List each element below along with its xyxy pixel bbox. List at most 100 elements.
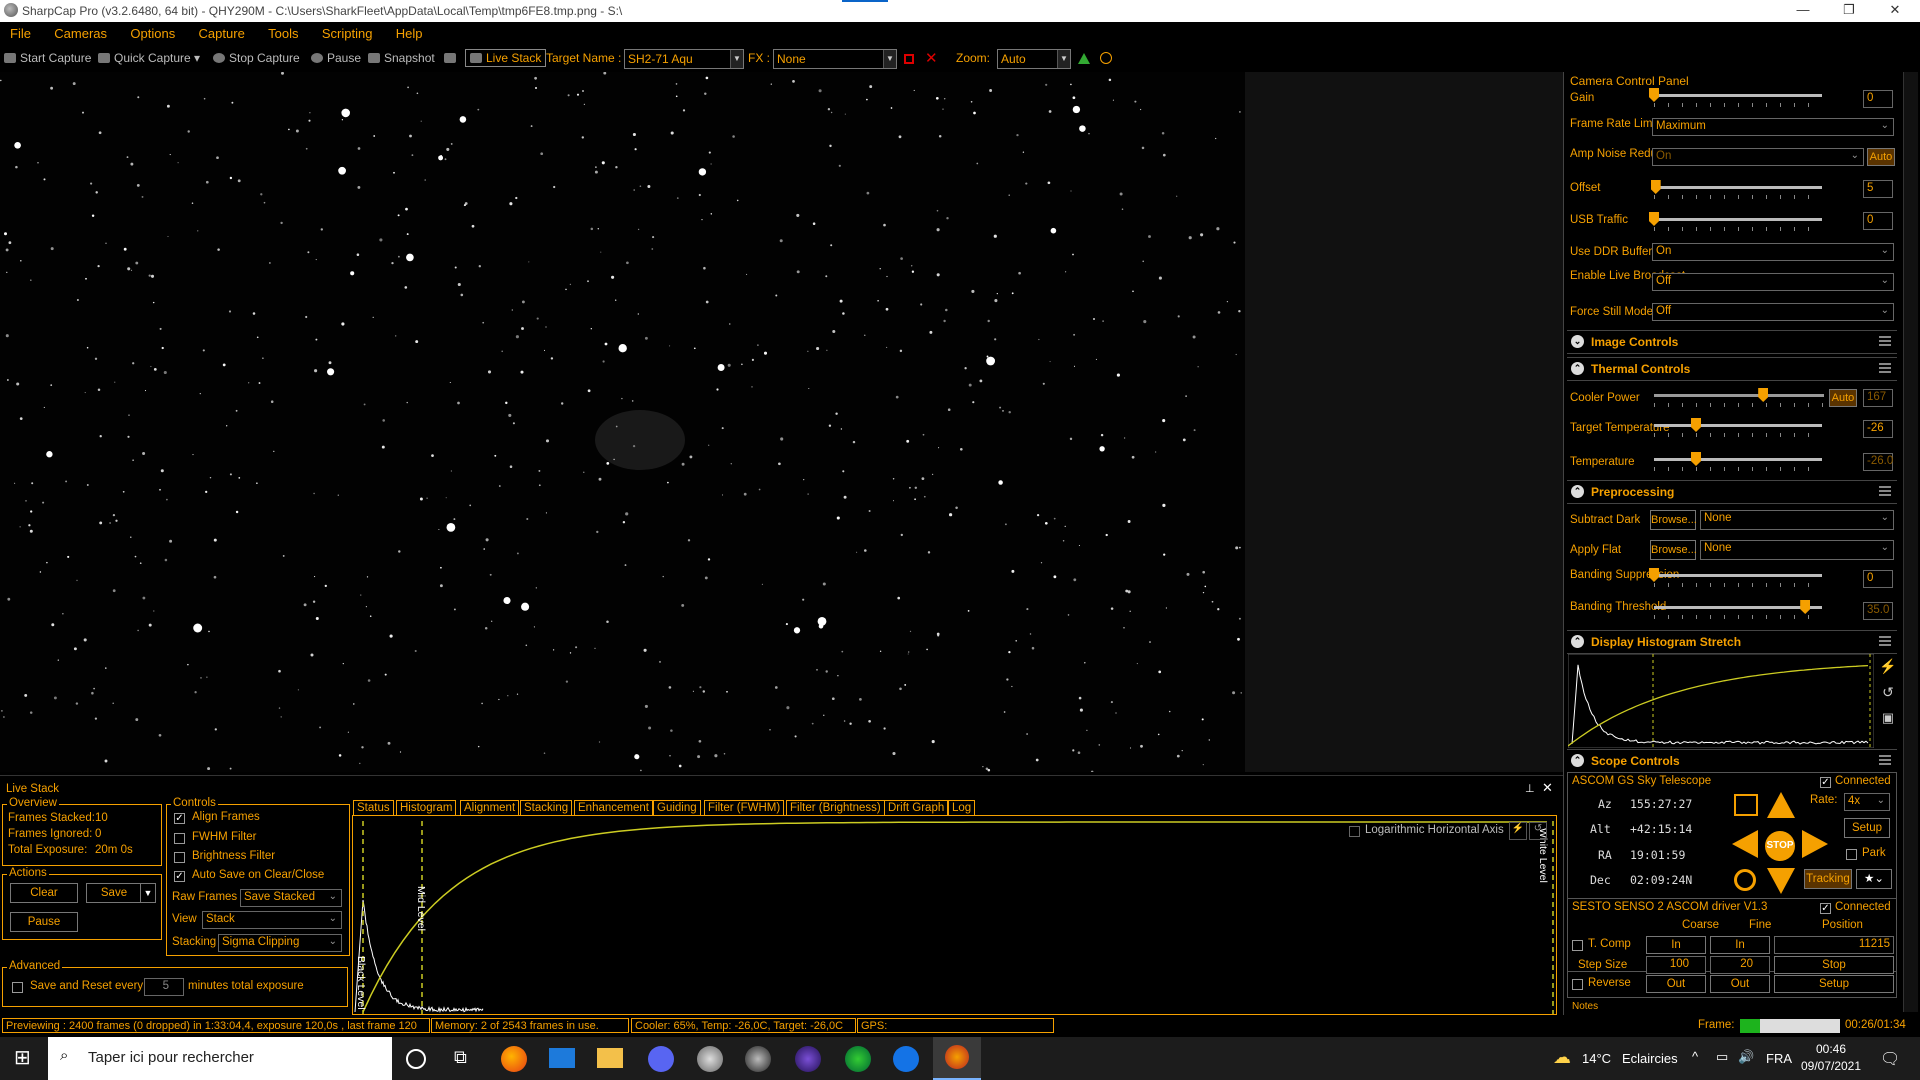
- chevron-down-icon[interactable]: ▼: [730, 50, 743, 68]
- lightning-icon[interactable]: ⚡: [1509, 822, 1527, 840]
- offset-slider-thumb[interactable]: [1651, 180, 1661, 194]
- fine-out-button[interactable]: Out: [1710, 975, 1770, 993]
- usb-traffic-slider-thumb[interactable]: [1649, 212, 1659, 226]
- target-temperature-value[interactable]: -26: [1863, 420, 1893, 438]
- minimize-button[interactable]: —: [1780, 0, 1826, 22]
- chevron-down-icon[interactable]: ▼: [883, 50, 896, 68]
- sharpcap-taskbar-button[interactable]: [933, 1037, 981, 1080]
- menu-tools[interactable]: Tools: [258, 22, 308, 41]
- save-reset-minutes-input[interactable]: 5: [144, 978, 184, 996]
- banding-suppression-slider[interactable]: [1654, 574, 1822, 577]
- menu-cameras[interactable]: Cameras: [44, 22, 117, 41]
- usb-traffic-slider[interactable]: [1654, 218, 1822, 221]
- image-controls-header[interactable]: ⌄ Image Controls: [1567, 330, 1897, 354]
- telescope-app-icon[interactable]: [697, 1046, 723, 1072]
- telescope-setup-button[interactable]: Setup: [1844, 818, 1890, 838]
- cooler-power-auto-button[interactable]: Auto: [1829, 389, 1857, 407]
- west-arrow-icon[interactable]: [1732, 830, 1758, 858]
- apply-flat-browse-button[interactable]: Browse...: [1650, 540, 1696, 560]
- fine-step-input[interactable]: 20: [1710, 956, 1770, 974]
- star-menu-icon[interactable]: ★⌄: [1856, 869, 1892, 889]
- amp-noise-select[interactable]: On ⌄: [1652, 148, 1864, 166]
- lightning-icon[interactable]: ⚡: [1878, 658, 1898, 678]
- volume-icon[interactable]: 🔊: [1738, 1049, 1754, 1065]
- use-ddr-select[interactable]: On ⌄: [1652, 243, 1894, 261]
- subtract-dark-select[interactable]: None ⌄: [1700, 510, 1894, 530]
- tab-stacking[interactable]: Stacking: [520, 800, 572, 816]
- reset-icon[interactable]: ↺: [1878, 684, 1898, 704]
- align-frames-checkbox[interactable]: ✓: [174, 813, 185, 824]
- cortana-icon[interactable]: [406, 1049, 426, 1069]
- stellarium-icon[interactable]: [795, 1046, 821, 1072]
- fx-square-icon[interactable]: [904, 54, 914, 64]
- save-icon[interactable]: ▣: [1878, 710, 1898, 730]
- clear-button[interactable]: Clear: [10, 883, 78, 903]
- coarse-out-button[interactable]: Out: [1646, 975, 1706, 993]
- banding-threshold-slider[interactable]: [1654, 606, 1822, 609]
- reverse-checkbox[interactable]: [1572, 979, 1583, 990]
- cooler-power-slider-thumb[interactable]: [1758, 388, 1768, 402]
- clock-date[interactable]: 09/07/2021: [1797, 1059, 1865, 1073]
- auto-save-checkbox[interactable]: ✓: [174, 871, 185, 882]
- amp-noise-auto-button[interactable]: Auto: [1867, 148, 1895, 166]
- start-capture-button[interactable]: Start Capture: [4, 51, 91, 65]
- brightness-filter-checkbox[interactable]: [174, 852, 185, 863]
- north-arrow-icon[interactable]: [1767, 792, 1795, 818]
- force-still-select[interactable]: Off ⌄: [1652, 303, 1894, 321]
- tab-filter-brightness[interactable]: Filter (Brightness): [786, 800, 885, 816]
- mail-icon[interactable]: [549, 1048, 575, 1068]
- south-arrow-icon[interactable]: [1767, 868, 1795, 894]
- menu-scripting[interactable]: Scripting: [312, 22, 383, 41]
- chevron-down-icon[interactable]: ▾: [194, 51, 200, 65]
- discord-icon[interactable]: [648, 1046, 674, 1072]
- thermal-controls-header[interactable]: ⌃ Thermal Controls: [1567, 357, 1897, 381]
- pause-stack-button[interactable]: Pause: [10, 912, 78, 932]
- focuser-setup-button[interactable]: Setup: [1774, 975, 1894, 993]
- live-histogram-area[interactable]: Black Level Mid Level White Level Logari…: [352, 815, 1557, 1015]
- image-viewer[interactable]: [0, 72, 1245, 772]
- stop-button[interactable]: STOP: [1765, 831, 1795, 861]
- menu-file[interactable]: File: [0, 22, 41, 41]
- maximize-button[interactable]: ❐: [1826, 0, 1872, 22]
- frame-rate-select[interactable]: Maximum ⌄: [1652, 118, 1894, 136]
- menu-capture[interactable]: Capture: [189, 22, 255, 41]
- display-histogram-chart[interactable]: [1568, 654, 1874, 748]
- zoom-target-icon[interactable]: [1100, 52, 1112, 64]
- windows-start-icon[interactable]: ⊞: [14, 1049, 34, 1069]
- close-button[interactable]: ✕: [1872, 0, 1918, 22]
- tab-enhancement[interactable]: Enhancement: [574, 800, 653, 816]
- live-stack-button[interactable]: Live Stack: [465, 49, 546, 67]
- menu-icon[interactable]: [1879, 363, 1891, 373]
- position-value[interactable]: 11215: [1774, 936, 1894, 954]
- gain-slider[interactable]: [1654, 94, 1822, 97]
- menu-icon[interactable]: [1879, 636, 1891, 646]
- save-reset-checkbox[interactable]: [12, 982, 23, 993]
- stop-capture-button[interactable]: Stop Capture: [213, 51, 300, 65]
- snapshot-button[interactable]: Snapshot: [368, 51, 435, 65]
- coarse-step-input[interactable]: 100: [1646, 956, 1706, 974]
- panel-scrollbar[interactable]: [1903, 72, 1918, 1012]
- tab-filter-fwhm[interactable]: Filter (FWHM): [704, 800, 784, 816]
- menu-options[interactable]: Options: [120, 22, 185, 41]
- fx-clear-icon[interactable]: ✕: [925, 49, 938, 67]
- notification-icon[interactable]: 🗨: [1880, 1049, 1900, 1069]
- coarse-in-button[interactable]: In: [1646, 936, 1706, 954]
- target-temperature-slider[interactable]: [1654, 424, 1822, 427]
- histogram-icon[interactable]: [1078, 53, 1090, 64]
- tab-log[interactable]: Log: [948, 800, 975, 816]
- banding-threshold-slider-thumb[interactable]: [1800, 600, 1810, 614]
- save-button[interactable]: Save: [86, 883, 142, 903]
- monitor-icon[interactable]: [444, 51, 460, 65]
- fwhm-filter-checkbox[interactable]: [174, 833, 185, 844]
- reset-icon[interactable]: ↺: [1529, 822, 1547, 840]
- offset-value[interactable]: 5: [1863, 180, 1893, 198]
- menu-icon[interactable]: [1879, 755, 1891, 765]
- clock-time[interactable]: 00:46: [1803, 1042, 1859, 1056]
- menu-help[interactable]: Help: [386, 22, 433, 41]
- usb-traffic-value[interactable]: 0: [1863, 212, 1893, 230]
- firefox-icon[interactable]: [501, 1046, 527, 1072]
- tray-chevron-icon[interactable]: ^: [1692, 1049, 1698, 1064]
- tab-guiding[interactable]: Guiding: [653, 800, 701, 816]
- target-name-input[interactable]: SH2-71 Aqu ▼: [624, 49, 744, 69]
- fine-in-button[interactable]: In: [1710, 936, 1770, 954]
